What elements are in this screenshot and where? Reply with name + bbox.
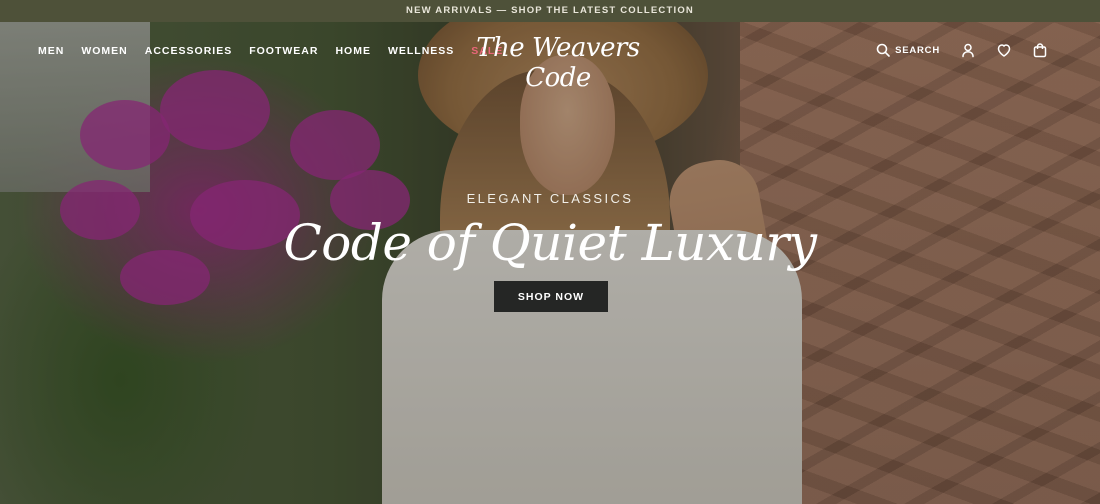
page: NEW ARRIVALS — SHOP THE LATEST COLLECTIO… <box>0 0 1100 504</box>
nav-item-footwear[interactable]: FOOTWEAR <box>249 45 318 57</box>
announcement-bar[interactable]: NEW ARRIVALS — SHOP THE LATEST COLLECTIO… <box>0 0 1100 22</box>
wishlist-heart-icon[interactable] <box>996 42 1012 58</box>
search-button[interactable]: SEARCH <box>875 42 940 58</box>
shop-now-button[interactable]: SHOP NOW <box>494 281 608 312</box>
nav-item-home[interactable]: HOME <box>335 45 371 57</box>
nav-item-men[interactable]: MEN <box>38 45 64 57</box>
header-tools: SEARCH <box>875 42 1048 58</box>
account-icon[interactable] <box>960 42 976 58</box>
search-label: SEARCH <box>895 44 940 56</box>
brand-logo[interactable]: The Weavers Code <box>458 33 658 93</box>
shopping-bag-icon[interactable] <box>1032 42 1048 58</box>
site-header: MEN WOMEN ACCESSORIES FOOTWEAR HOME WELL… <box>0 22 1100 93</box>
nav-item-accessories[interactable]: ACCESSORIES <box>145 45 232 57</box>
main-nav: MEN WOMEN ACCESSORIES FOOTWEAR HOME WELL… <box>38 45 503 57</box>
search-icon <box>875 42 891 58</box>
nav-item-wellness[interactable]: WELLNESS <box>388 45 454 57</box>
hero-headline: Code of Quiet Luxury <box>283 214 817 272</box>
nav-item-women[interactable]: WOMEN <box>81 45 127 57</box>
hero-eyebrow: ELEGANT CLASSICS <box>466 191 634 206</box>
